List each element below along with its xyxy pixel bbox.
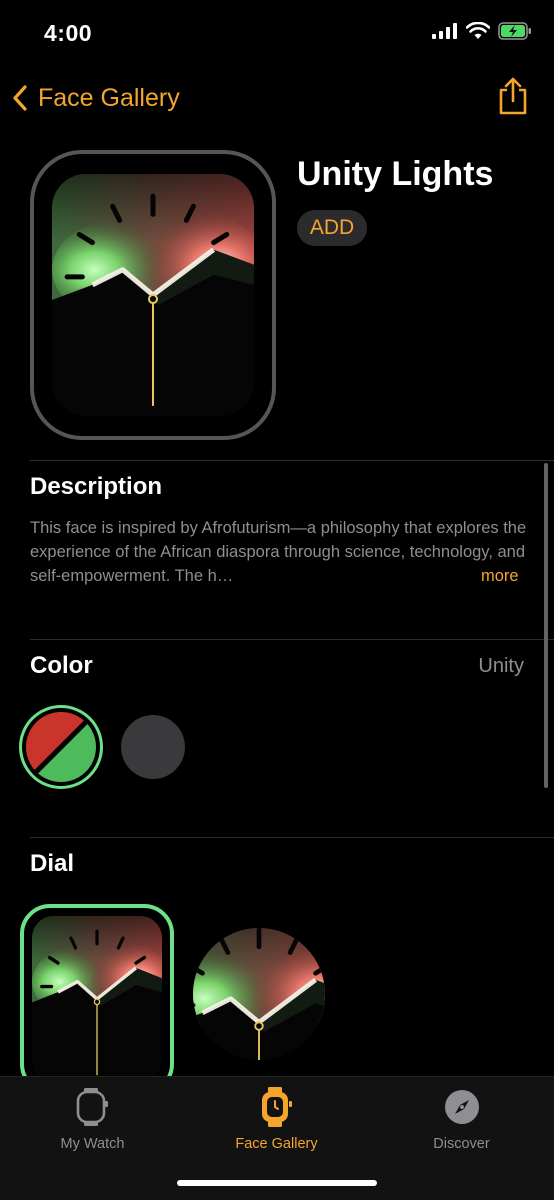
description-heading: Description: [30, 473, 163, 500]
description-text: This face is inspired by Afrofuturism—a …: [30, 519, 527, 585]
watch-face-preview: [30, 150, 276, 440]
dial-option-rectangular[interactable]: [20, 904, 174, 1094]
back-label: Face Gallery: [38, 83, 180, 112]
unity-swatch-fill: [26, 712, 96, 782]
tab-label: My Watch: [60, 1136, 125, 1152]
unity-lights-face-art: [52, 174, 254, 416]
dial-option-circular[interactable]: [193, 928, 325, 1060]
watch-face-screen: [52, 174, 254, 416]
tab-discover[interactable]: Discover: [369, 1087, 554, 1152]
battery-charging-icon: [498, 22, 531, 40]
watch-outline-icon: [73, 1087, 113, 1127]
scroll-indicator[interactable]: [544, 463, 548, 788]
tab-my-watch[interactable]: My Watch: [0, 1087, 185, 1152]
back-button[interactable]: Face Gallery: [12, 80, 180, 116]
divider: [30, 460, 554, 461]
status-icons: [432, 22, 532, 40]
compass-icon: [442, 1087, 482, 1127]
dial-heading: Dial: [30, 850, 75, 877]
home-indicator: [177, 1180, 377, 1186]
color-swatch-gray[interactable]: [121, 715, 185, 779]
divider: [30, 639, 554, 640]
face-title: Unity Lights: [297, 155, 494, 193]
color-value: Unity: [478, 655, 524, 677]
tab-face-gallery[interactable]: Face Gallery: [184, 1087, 369, 1152]
dial-circular-preview: [193, 928, 325, 1060]
add-button[interactable]: ADD: [297, 210, 367, 246]
share-button[interactable]: [498, 76, 528, 116]
cellular-signal-icon: [432, 23, 457, 39]
chevron-left-icon: [13, 85, 27, 111]
divider: [30, 837, 554, 838]
more-link[interactable]: more: [481, 564, 519, 588]
dial-rectangular-preview: [32, 916, 162, 1082]
tab-label: Face Gallery: [235, 1136, 318, 1152]
status-bar: 4:00: [0, 0, 554, 66]
wifi-icon: [466, 22, 490, 39]
watch-face-icon: [257, 1087, 297, 1127]
share-icon: [499, 77, 527, 115]
tab-label: Discover: [433, 1136, 490, 1152]
color-heading: Color: [30, 652, 93, 679]
color-swatch-unity[interactable]: [19, 705, 103, 789]
status-time: 4:00: [44, 20, 93, 46]
